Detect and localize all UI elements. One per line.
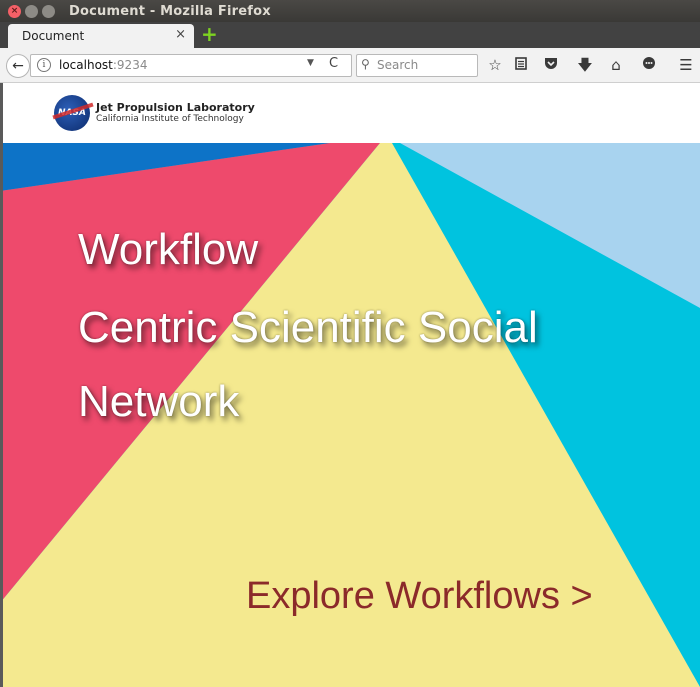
tab-close-icon[interactable]: × [175, 27, 186, 42]
url-dropdown-icon[interactable]: ▼ [307, 58, 314, 68]
info-icon[interactable]: i [37, 58, 51, 72]
hero-banner: Workflow Centric Scientific Social Netwo… [0, 143, 700, 687]
star-icon[interactable]: ☆ [486, 56, 504, 74]
pocket-icon[interactable] [542, 56, 560, 74]
tab-document[interactable]: Document × [8, 24, 194, 48]
tab-strip: Document × + [0, 22, 700, 48]
chat-icon[interactable] [640, 56, 658, 74]
pocket-glyph [545, 58, 557, 69]
headline-line-3: Network [78, 377, 240, 426]
new-tab-button[interactable]: + [201, 24, 218, 44]
navigation-bar: ← i localhost:9234 ▼ C ⚲ Search ☆ 🡇 ⌂ ☰ [0, 48, 700, 83]
chat-glyph [643, 57, 655, 69]
back-button[interactable]: ← [6, 54, 30, 78]
reading-list-icon[interactable] [512, 56, 530, 74]
tab-label: Document [22, 29, 85, 43]
window-maximize-button[interactable] [42, 4, 55, 18]
search-icon: ⚲ [361, 57, 370, 71]
window-minimize-button[interactable] [25, 4, 38, 18]
site-header: NASA Jet Propulsion Laboratory Californi… [0, 83, 700, 144]
org-name[interactable]: Jet Propulsion Laboratory [96, 101, 255, 114]
search-placeholder: Search [377, 58, 419, 72]
url-bar[interactable]: i localhost:9234 ▼ C [30, 54, 352, 77]
url-text[interactable]: localhost:9234 [59, 58, 147, 72]
reload-icon[interactable]: C [329, 56, 338, 71]
download-icon[interactable]: 🡇 [576, 56, 594, 74]
search-input[interactable]: ⚲ Search [356, 54, 478, 77]
menu-icon[interactable]: ☰ [677, 56, 695, 74]
window-controls: × [8, 4, 55, 18]
explore-workflows-link[interactable]: Explore Workflows > [246, 575, 593, 618]
headline-line-1: Workflow [78, 225, 259, 274]
window-title: Document - Mozilla Firefox [69, 3, 271, 19]
headline-line-2: Centric Scientific Social [78, 303, 538, 352]
url-port: :9234 [112, 58, 148, 72]
window-close-button[interactable]: × [8, 4, 21, 18]
reading-list-glyph [515, 57, 527, 70]
page-left-border [0, 83, 3, 687]
org-subtitle: California Institute of Technology [96, 114, 244, 124]
home-icon[interactable]: ⌂ [607, 56, 625, 74]
window-title-bar: × Document - Mozilla Firefox [0, 0, 700, 22]
url-host: localhost [59, 58, 113, 72]
